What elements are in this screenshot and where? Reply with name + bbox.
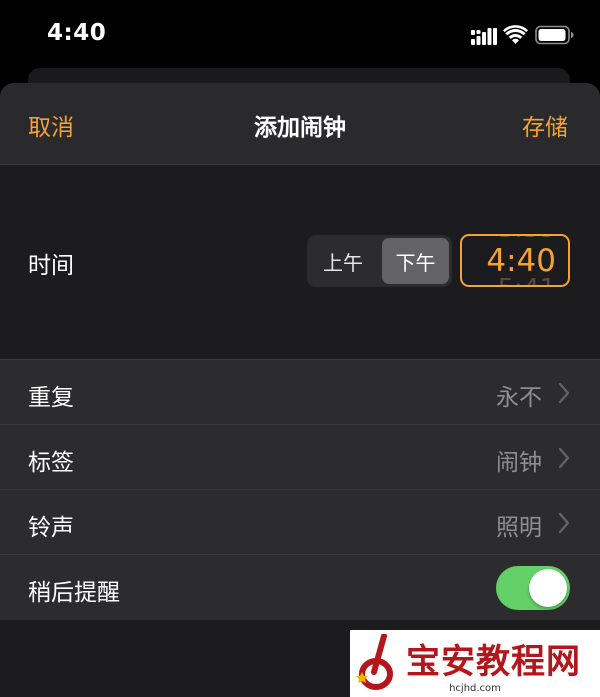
time-picker-next-value: 5:41	[498, 274, 556, 285]
time-label: 时间	[28, 253, 74, 279]
page-title: 添加闹钟	[254, 115, 346, 141]
watermark-title: 宝安教程网	[406, 642, 581, 682]
row-label: 铃声	[28, 515, 74, 541]
chevron-right-icon	[558, 382, 570, 404]
row-label-setting[interactable]: 标签 闹钟	[0, 425, 600, 490]
row-value: 闹钟	[496, 450, 542, 476]
save-button[interactable]: 存储	[522, 108, 568, 142]
signal-icon	[471, 28, 497, 45]
status-bar: 4:40	[0, 0, 600, 70]
time-picker[interactable]: 3:39 4:40 5:41	[460, 234, 570, 287]
snooze-toggle[interactable]	[496, 566, 570, 610]
watermark-url: hcjhd.com	[449, 683, 501, 694]
row-repeat[interactable]: 重复 永不	[0, 360, 600, 425]
row-snooze: 稍后提醒	[0, 555, 600, 620]
status-time: 4:40	[47, 20, 107, 46]
am-segment[interactable]: 上午	[307, 235, 379, 287]
chevron-right-icon	[558, 512, 570, 534]
row-label: 重复	[28, 385, 74, 411]
row-label: 标签	[28, 450, 74, 476]
row-label: 稍后提醒	[28, 580, 120, 606]
wifi-icon	[503, 25, 528, 44]
watermark: 宝安教程网 hcjhd.com	[350, 630, 600, 697]
row-value: 照明	[496, 515, 542, 541]
nav-bar: 取消 添加闹钟 存储	[0, 83, 600, 165]
row-sound[interactable]: 铃声 照明	[0, 490, 600, 555]
toggle-knob	[529, 569, 567, 607]
row-value: 永不	[496, 385, 542, 411]
battery-icon	[535, 25, 574, 45]
am-pm-segmented-control[interactable]: 上午 下午	[307, 235, 452, 287]
chevron-right-icon	[558, 447, 570, 469]
add-alarm-sheet: 取消 添加闹钟 存储 时间 上午 下午 3:39 4:40 5:41 重复 永不…	[0, 83, 600, 697]
settings-list: 重复 永不 标签 闹钟 铃声 照明 稍后提醒	[0, 359, 600, 620]
pm-segment[interactable]: 下午	[382, 238, 449, 284]
